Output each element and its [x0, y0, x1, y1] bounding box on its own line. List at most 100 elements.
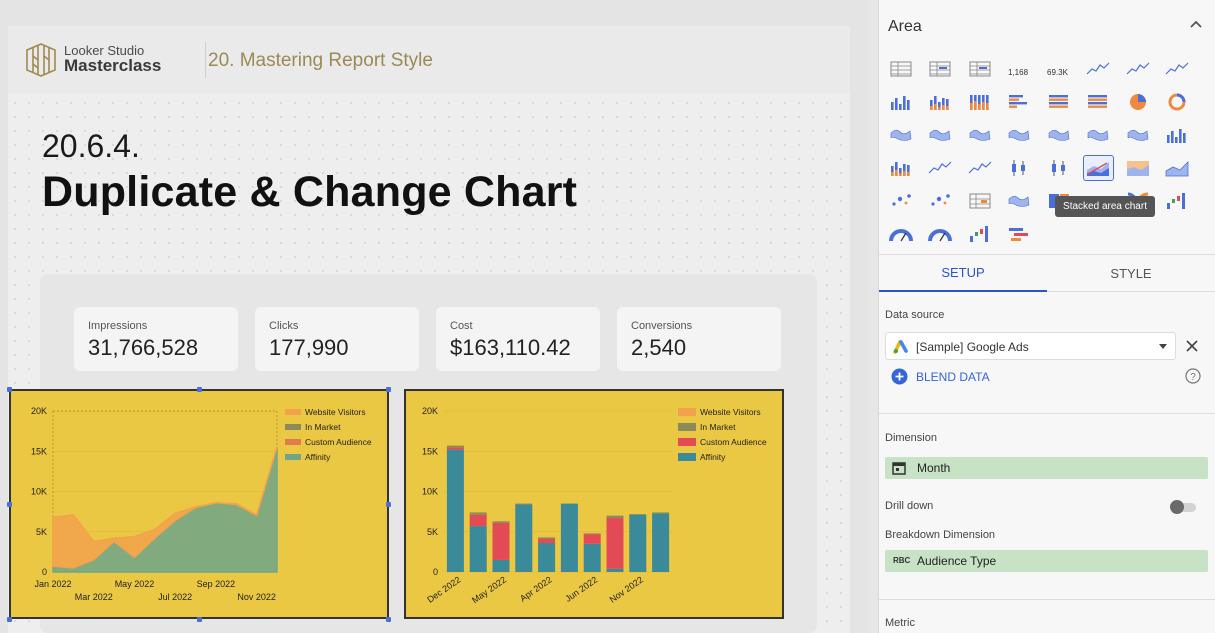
blend-data-button[interactable]: BLEND DATA: [916, 370, 990, 384]
100-column-icon[interactable]: [964, 89, 995, 115]
combo-chart-icon[interactable]: [1162, 122, 1193, 148]
stacked-column-chart[interactable]: 0 5K 10K 15K 20K Dec 2022 May 2022 Apr 2022 Jun …: [404, 389, 784, 619]
bar-segment-custom-audience: [583, 534, 601, 544]
boxplot-icon[interactable]: [1043, 155, 1074, 181]
bar-segment-affinity: [538, 543, 556, 572]
data-source-select[interactable]: [Sample] Google Ads: [885, 332, 1176, 360]
scorecard-total-icon[interactable]: 1,168: [1004, 56, 1035, 82]
legend-label: In Market: [700, 422, 736, 432]
world-map-icon[interactable]: [1083, 122, 1114, 148]
stacked-bar-icon[interactable]: [1043, 89, 1074, 115]
help-icon[interactable]: ?: [1185, 368, 1201, 384]
100-bar-icon[interactable]: [1083, 89, 1114, 115]
add-circle-icon[interactable]: [891, 368, 908, 385]
y-tick-label: 0: [433, 567, 438, 577]
kpi-card-conversions[interactable]: Conversions 2,540: [617, 307, 781, 371]
table-icon[interactable]: [885, 56, 916, 82]
tab-style[interactable]: STYLE: [1047, 255, 1215, 292]
y-tick-label: 15K: [422, 446, 438, 456]
x-tick-label: May 2022: [470, 574, 508, 605]
kpi-card-impressions[interactable]: Impressions 31,766,528: [74, 307, 238, 371]
kpi-card-clicks[interactable]: Clicks 177,990: [255, 307, 419, 371]
bar-segment-in-market: [469, 512, 487, 515]
waterfall-icon[interactable]: [1162, 188, 1193, 214]
waterfall-step-icon[interactable]: [964, 221, 995, 247]
smooth-line-icon[interactable]: [964, 155, 995, 181]
pivot-table-icon[interactable]: [964, 188, 995, 214]
world-outline-icon[interactable]: [1122, 122, 1153, 148]
bar-chart-icon[interactable]: [1004, 89, 1035, 115]
resize-handle[interactable]: [386, 502, 391, 507]
stacked-area-icon[interactable]: [1082, 155, 1114, 181]
data-source-label: Data source: [885, 309, 945, 321]
resize-handle[interactable]: [386, 387, 391, 392]
geo-map-icon[interactable]: [925, 122, 956, 148]
brand-logo-icon: [26, 43, 56, 77]
treemap-icon[interactable]: [1004, 122, 1035, 148]
scorecard-sessions-icon[interactable]: 69.3K: [1043, 56, 1074, 82]
close-icon[interactable]: [1186, 340, 1198, 352]
legend-label: Website Visitors: [305, 407, 366, 417]
legend-swatch: [678, 438, 696, 446]
bar-segment-in-market: [606, 515, 624, 519]
legend-swatch: [678, 423, 696, 431]
chevron-up-icon[interactable]: [1187, 16, 1205, 34]
timeseries-icon[interactable]: [1083, 56, 1114, 82]
kpi-value: $163,110.42: [450, 335, 571, 360]
dropdown-caret-icon: [1159, 344, 1167, 349]
table-heatmap-icon[interactable]: [964, 56, 995, 82]
line-chart-icon[interactable]: [925, 155, 956, 181]
breakdown-chip[interactable]: RBC Audience Type: [885, 550, 1208, 572]
dimension-chip[interactable]: Month: [885, 457, 1208, 479]
resize-handle[interactable]: [197, 387, 202, 392]
pie-chart-icon[interactable]: [1122, 89, 1153, 115]
tab-setup[interactable]: SETUP: [879, 255, 1047, 292]
timeline-icon[interactable]: [1004, 221, 1035, 247]
data-source-value: [Sample] Google Ads: [916, 340, 1029, 354]
legend-label: Affinity: [700, 452, 726, 462]
resize-handle[interactable]: [386, 617, 391, 622]
x-tick-label: Nov 2022: [237, 592, 276, 602]
stacked-combo-icon[interactable]: [885, 155, 916, 181]
legend-label: Custom Audience: [305, 437, 372, 447]
100-area-icon[interactable]: [1122, 155, 1153, 181]
smoothed-line-icon[interactable]: [1162, 56, 1193, 82]
geo-bubble-icon[interactable]: [885, 122, 916, 148]
legend-label: Custom Audience: [700, 437, 767, 447]
dimension-value: Month: [917, 461, 951, 475]
resize-handle[interactable]: [7, 387, 12, 392]
divider: [879, 599, 1215, 600]
sparkline-icon[interactable]: [1122, 56, 1153, 82]
table-bars-icon[interactable]: [925, 56, 956, 82]
kpi-card-cost[interactable]: Cost $163,110.42: [436, 307, 600, 371]
donut-chart-icon[interactable]: [1162, 89, 1193, 115]
breakdown-value: Audience Type: [917, 554, 997, 568]
x-tick-label: Jan 2022: [34, 579, 71, 589]
breakdown-label: Breakdown Dimension: [885, 529, 996, 541]
gauge-progress-icon[interactable]: [925, 221, 956, 247]
panel-title: Area: [888, 18, 922, 35]
scatter-icon[interactable]: [885, 188, 916, 214]
heatmap-icon[interactable]: [964, 122, 995, 148]
candlestick-icon[interactable]: [1004, 155, 1035, 181]
kpi-label: Cost: [450, 320, 473, 332]
area-chart-icon[interactable]: [1162, 155, 1193, 181]
chart-type-tooltip: Stacked area chart: [1055, 196, 1155, 217]
resize-handle[interactable]: [7, 502, 12, 507]
stacked-column-icon[interactable]: [925, 89, 956, 115]
stacked-area-chart[interactable]: 0 5K 10K 15K 20K Jan 2022 May 2022 Sep 2022 Mar …: [9, 389, 389, 619]
drill-down-toggle[interactable]: [1170, 500, 1198, 514]
resize-handle[interactable]: [7, 617, 12, 622]
column-chart-icon[interactable]: [885, 89, 916, 115]
bubble-icon[interactable]: [925, 188, 956, 214]
x-tick-label: Nov 2022: [608, 574, 645, 604]
bar-segment-affinity: [492, 559, 510, 572]
y-tick-label: 5K: [36, 527, 47, 537]
pivot-heatmap-icon[interactable]: [1004, 188, 1035, 214]
filled-map-icon[interactable]: [1043, 122, 1074, 148]
y-tick-label: 20K: [422, 406, 438, 416]
resize-handle[interactable]: [197, 617, 202, 622]
gauge-icon[interactable]: [885, 221, 916, 247]
bar-segment-custom-audience: [446, 447, 464, 450]
svg-text:1,168: 1,168: [1008, 68, 1029, 77]
